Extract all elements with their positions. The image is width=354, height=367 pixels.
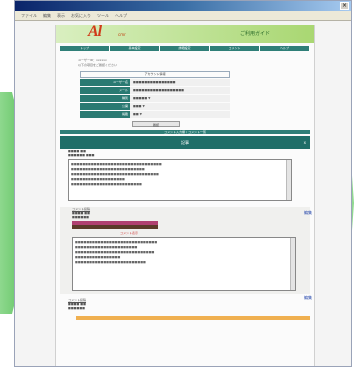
window-titlebar: × (15, 1, 351, 11)
highlight-bar (72, 225, 158, 229)
textarea-line: ■■■■■■■■■■■■■■■■■■■■■■■■■ (71, 182, 142, 186)
section-nav-bar[interactable]: コメント入力欄 / コメント一覧 (60, 130, 310, 134)
scrollbar[interactable] (290, 238, 295, 290)
site-logo[interactable]: Al (88, 23, 102, 41)
form-row: 掲載 ■■ ▼ (80, 111, 230, 118)
menu-item-view[interactable]: 表示 (57, 13, 65, 19)
site-logo-sub: cmr (118, 32, 126, 37)
nav-item-detail[interactable]: 詳細設定 (160, 46, 210, 51)
menu-item-favorites[interactable]: お気に入り (71, 13, 91, 19)
form-row: メール ■■■■■■■■■■■■■■■■■■ (80, 87, 230, 94)
scrollbar[interactable] (286, 160, 291, 200)
menu-bar: ファイル 編集 表示 お気に入り ツール ヘルプ (15, 11, 351, 21)
form-label: 種別 (80, 95, 130, 102)
account-form: アカウント情報 ユーザー名 ■■■■■■■■■■■■■■■ メール ■■■■■■… (80, 71, 230, 118)
form-select[interactable]: ■■ ▼ (130, 111, 230, 118)
form-label: 公開 (80, 103, 130, 110)
form-row: 種別 ■■■■■ ▼ (80, 95, 230, 102)
form-value-field[interactable]: ■■■■■■■■■■■■■■■ (130, 79, 230, 86)
menu-item-edit[interactable]: 編集 (43, 13, 51, 19)
form-row: ユーザー名 ■■■■■■■■■■■■■■■ (80, 79, 230, 86)
comment-textarea[interactable]: ■■■■■■■■■■■■■■■■■■■■■■■■■■■■■■■■ ■■■■■■■… (68, 159, 292, 201)
form-label: メール (80, 87, 130, 94)
entry-meta: ■■■■■■ (72, 215, 90, 219)
site-banner: Al cmr ご利用ガイド (56, 23, 314, 43)
entry-meta: ■■■■■■ (68, 306, 86, 310)
nav-item-help[interactable]: ヘルプ (260, 46, 310, 51)
nav-item-comment[interactable]: コメント (210, 46, 260, 51)
form-select[interactable]: ■■■ ▼ (130, 103, 230, 110)
edit-link[interactable]: 編集 (304, 295, 312, 301)
entry-block: ■■■■ ■■ ■■■■■■ ■■■ ■■■■■■■■■■■■■■■■■■■■■… (56, 149, 314, 201)
browser-window: × ファイル 編集 表示 お気に入り ツール ヘルプ Al cmr ご利用ガイド… (14, 0, 352, 367)
web-page: Al cmr ご利用ガイド トップ 基本設定 詳細設定 コメント ヘルプ ユーザ… (55, 23, 315, 366)
entry-block: コメント投稿 ■■■■ ■■ ■■■■■■ コメント表示 ■■■■■■■■■■■… (60, 207, 310, 294)
section-header: 記事 x (60, 136, 310, 149)
section-title: 記事 (181, 140, 189, 145)
form-value-field[interactable]: ■■■■■■■■■■■■■■■■■■ (130, 87, 230, 94)
close-icon[interactable]: × (340, 2, 349, 10)
edit-link[interactable]: 編集 (304, 210, 312, 216)
nav-item-basic[interactable]: 基本設定 (110, 46, 160, 51)
form-title: アカウント情報 (80, 71, 230, 78)
submit-button[interactable]: 確認 (132, 121, 180, 127)
banner-guide-link[interactable]: ご利用ガイド (240, 30, 270, 37)
entry-block: コメント投稿 ■■■■ ■■ ■■■■■■ (56, 298, 314, 310)
entry-caption: コメント表示 (120, 231, 139, 235)
nav-item-top[interactable]: トップ (60, 46, 110, 51)
close-icon[interactable]: x (304, 136, 306, 149)
menu-item-file[interactable]: ファイル (21, 13, 37, 19)
orange-bar (76, 316, 310, 320)
menu-item-tools[interactable]: ツール (97, 13, 109, 19)
info-text: ユーザーID：xxxxxx 以下の項目をご確認ください (78, 58, 314, 68)
info-line: 以下の項目をご確認ください (78, 63, 118, 67)
comment-textarea[interactable]: ■■■■■■■■■■■■■■■■■■■■■■■■■■■■■ ■■■■■■■■■■… (72, 237, 296, 291)
form-select[interactable]: ■■■■■ ▼ (130, 95, 230, 102)
form-label: 掲載 (80, 111, 130, 118)
entry-meta: ■■■■■■ ■■■ (68, 153, 95, 157)
form-row: 公開 ■■■ ▼ (80, 103, 230, 110)
form-label: ユーザー名 (80, 79, 130, 86)
textarea-line: ■■■■■■■■■■■■■■■■■■■■■■■■■ (75, 260, 146, 264)
menu-item-help[interactable]: ヘルプ (115, 13, 127, 19)
nav-bar: トップ 基本設定 詳細設定 コメント ヘルプ (60, 46, 310, 51)
